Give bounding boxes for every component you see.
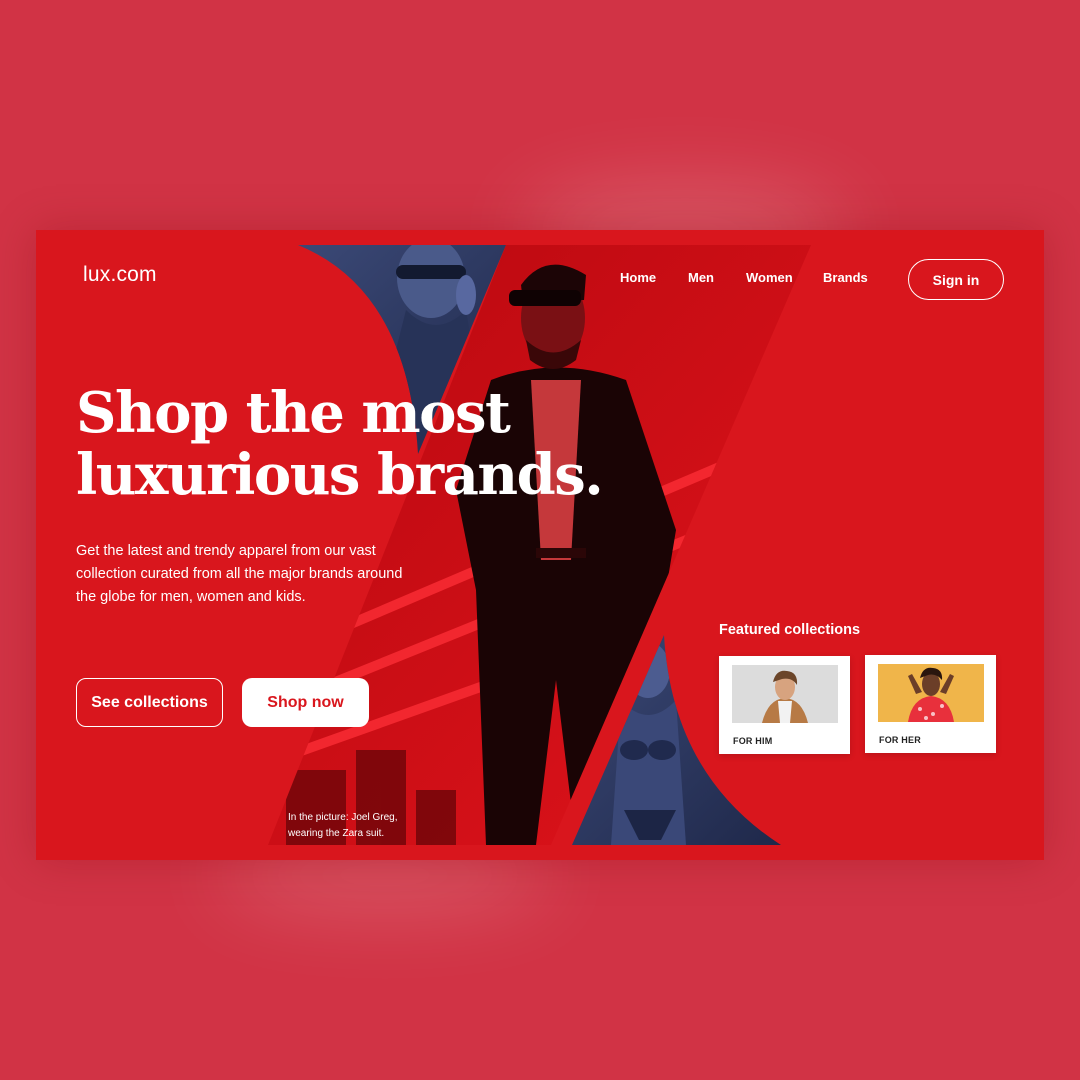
featured-collections-title: Featured collections (719, 622, 861, 638)
shop-now-button[interactable]: Shop now (242, 678, 369, 727)
card-label: FOR HIM (733, 736, 773, 746)
landing-page-frame: lux.com Home Men Women Brands Sign in Sh… (36, 230, 1044, 860)
headline-line-1: Shop the most (76, 380, 511, 446)
man-thumbnail-image (732, 665, 838, 723)
nav-item-men[interactable]: Men (688, 270, 714, 285)
card-label: FOR HER (879, 735, 921, 745)
nav-item-brands[interactable]: Brands (823, 270, 868, 285)
collection-card-for-her[interactable]: FOR HER (865, 655, 996, 753)
woman-thumbnail-image (878, 664, 984, 722)
sign-in-button[interactable]: Sign in (908, 259, 1004, 300)
nav-item-women[interactable]: Women (746, 270, 793, 285)
see-collections-button[interactable]: See collections (76, 678, 223, 727)
hero-description: Get the latest and trendy apparel from o… (76, 543, 403, 605)
hero-headline: Shop the most luxurious brands. (76, 380, 604, 508)
headline-line-2: luxurious brands. (76, 442, 604, 508)
nav-item-home[interactable]: Home (620, 270, 656, 285)
site-logo[interactable]: lux.com (83, 263, 157, 287)
collection-card-for-him[interactable]: FOR HIM (719, 656, 850, 754)
photo-caption: In the picture: Joel Greg, wearing the Z… (288, 812, 398, 839)
